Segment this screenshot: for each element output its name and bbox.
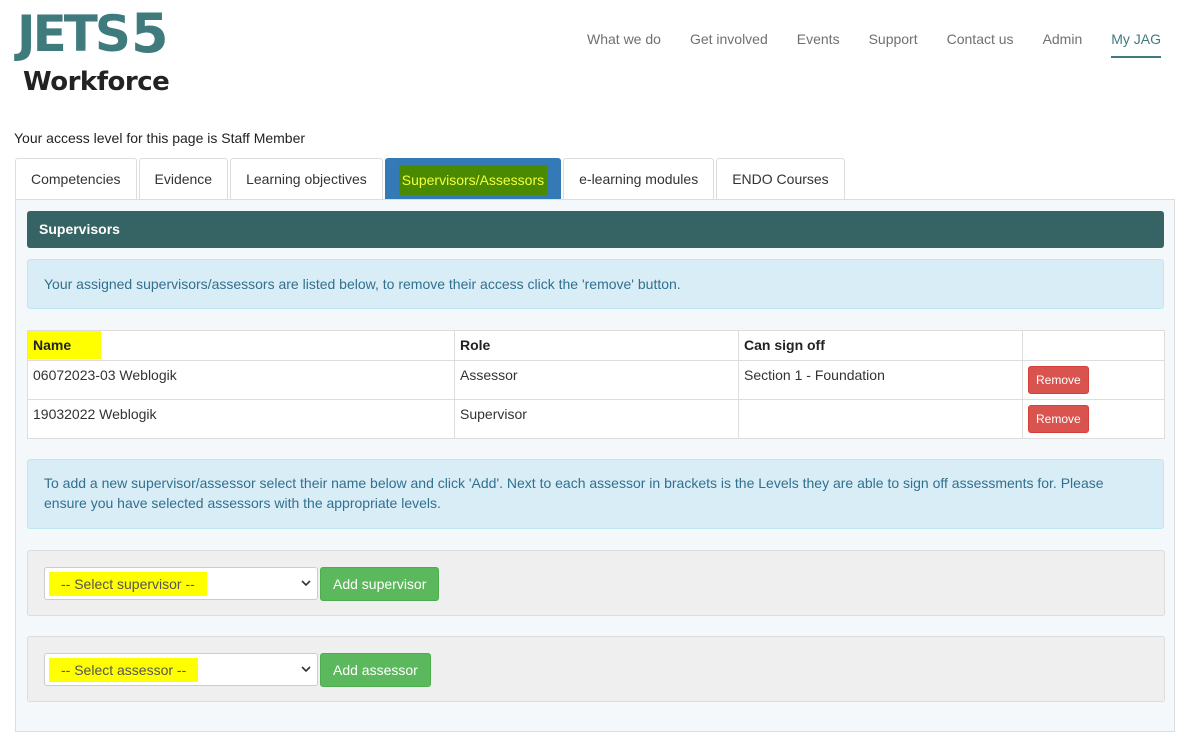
chevron-down-icon xyxy=(301,580,311,587)
nav-what-we-do[interactable]: What we do xyxy=(587,30,661,58)
tab-supervisors-assessors[interactable]: Supervisors/Assessors xyxy=(384,158,562,200)
tab-evidence[interactable]: Evidence xyxy=(138,158,229,200)
supervisors-section-header: Supervisors xyxy=(27,211,1164,248)
cell-role: Supervisor xyxy=(454,399,739,439)
add-supervisor-button[interactable]: Add supervisor xyxy=(320,567,440,601)
assessor-select-value: -- Select assessor -- xyxy=(49,657,199,682)
cell-can-sign-off xyxy=(738,399,1023,439)
nav-events[interactable]: Events xyxy=(797,30,840,58)
cell-actions: Remove xyxy=(1022,399,1165,439)
access-level-text: Your access level for this page is Staff… xyxy=(14,130,306,146)
logo-workforce-text: Workforce xyxy=(23,67,170,97)
chevron-down-icon xyxy=(301,666,311,673)
table-row: 06072023-03 Weblogik Assessor Section 1 … xyxy=(27,360,1165,400)
table-header-row: Name Role Can sign off xyxy=(27,330,1165,361)
add-assessor-well: -- Select assessor -- Add assessor xyxy=(27,636,1165,702)
tab-endo-courses[interactable]: ENDO Courses xyxy=(716,158,845,200)
tab-competencies[interactable]: Competencies xyxy=(15,158,137,200)
nav-my-jag[interactable]: My JAG xyxy=(1111,30,1162,58)
nav-admin[interactable]: Admin xyxy=(1043,30,1083,58)
cell-can-sign-off: Section 1 - Foundation xyxy=(738,360,1023,400)
nav-get-involved[interactable]: Get involved xyxy=(690,30,768,58)
add-supervisor-well: -- Select supervisor -- Add supervisor xyxy=(27,550,1165,616)
assigned-info-alert: Your assigned supervisors/assessors are … xyxy=(27,259,1164,309)
table-row: 19032022 Weblogik Supervisor Remove xyxy=(27,399,1165,439)
supervisor-select-value: -- Select supervisor -- xyxy=(49,571,207,596)
column-header-actions xyxy=(1022,330,1165,361)
column-header-can-sign-off: Can sign off xyxy=(738,330,1023,361)
add-assessor-button[interactable]: Add assessor xyxy=(320,653,431,687)
main-nav: What we do Get involved Events Support C… xyxy=(587,30,1162,58)
logo-jets-text: JETS xyxy=(17,5,131,63)
tab-content-panel: Supervisors Your assigned supervisors/as… xyxy=(15,199,1175,732)
add-info-alert: To add a new supervisor/assessor select … xyxy=(27,459,1164,529)
supervisor-select[interactable]: -- Select supervisor -- xyxy=(44,567,318,600)
tab-supervisors-assessors-label: Supervisors/Assessors xyxy=(398,164,548,195)
column-header-name: Name xyxy=(27,330,455,361)
cell-name: 19032022 Weblogik xyxy=(27,399,455,439)
tab-learning-objectives[interactable]: Learning objectives xyxy=(230,158,383,200)
supervisors-table: Name Role Can sign off 06072023-03 Weblo… xyxy=(27,330,1165,439)
remove-button[interactable]: Remove xyxy=(1028,405,1089,433)
tab-e-learning-modules[interactable]: e-learning modules xyxy=(563,158,715,200)
nav-support[interactable]: Support xyxy=(869,30,918,58)
jets-workforce-logo[interactable]: JETS 5 Workforce xyxy=(17,6,177,98)
remove-button[interactable]: Remove xyxy=(1028,366,1089,394)
tab-bar: Competencies Evidence Learning objective… xyxy=(15,158,847,200)
assessor-select[interactable]: -- Select assessor -- xyxy=(44,653,318,686)
logo-five-text: 5 xyxy=(131,2,169,65)
column-header-role: Role xyxy=(454,330,739,361)
nav-contact-us[interactable]: Contact us xyxy=(947,30,1014,58)
cell-name: 06072023-03 Weblogik xyxy=(27,360,455,400)
cell-actions: Remove xyxy=(1022,360,1165,400)
cell-role: Assessor xyxy=(454,360,739,400)
